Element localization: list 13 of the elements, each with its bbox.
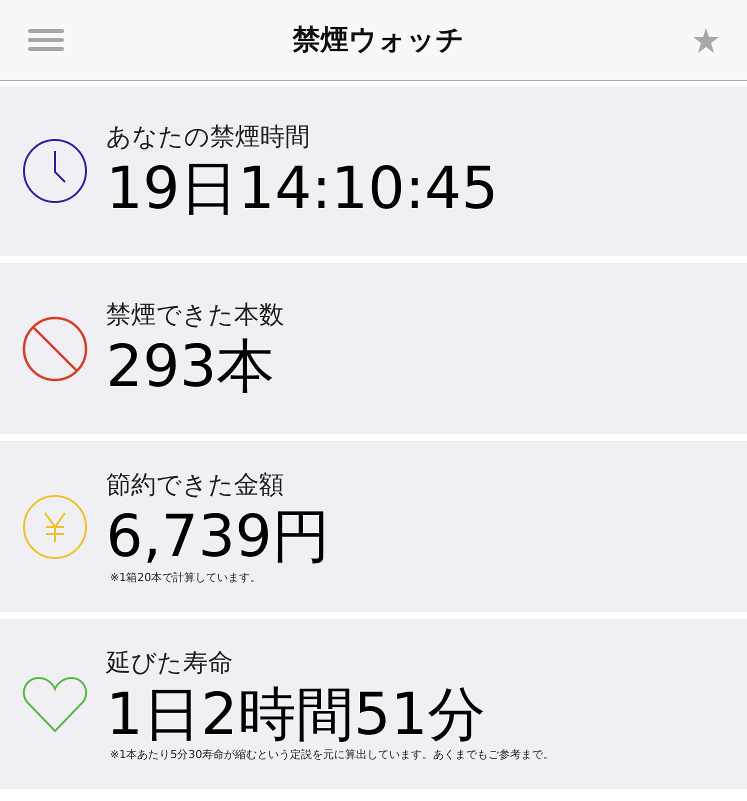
stat-value: 293本 — [106, 332, 276, 400]
stat-label: あなたの禁煙時間 — [106, 121, 311, 154]
stat-value: 19日14:10:45 — [106, 155, 498, 222]
stat-label: 節約できた金額 — [106, 469, 285, 502]
star-icon[interactable] — [693, 28, 719, 52]
footnote: ※1本あたり5分30寿命が縮むという定説を元に算出しています。あくまでもご参考まで。 — [110, 747, 554, 762]
app-title: 禁煙ウォッチ — [292, 22, 464, 58]
footnote: ※1箱20本で計算しています。 — [110, 570, 262, 585]
stat-label: 禁煙できた本数 — [106, 298, 284, 331]
stat-label: 延びた寿命 — [106, 646, 234, 679]
stat-value: 1日2時間51分 — [106, 680, 487, 748]
menu-icon[interactable] — [28, 29, 64, 51]
stat-value: 6,739円 — [106, 503, 330, 570]
